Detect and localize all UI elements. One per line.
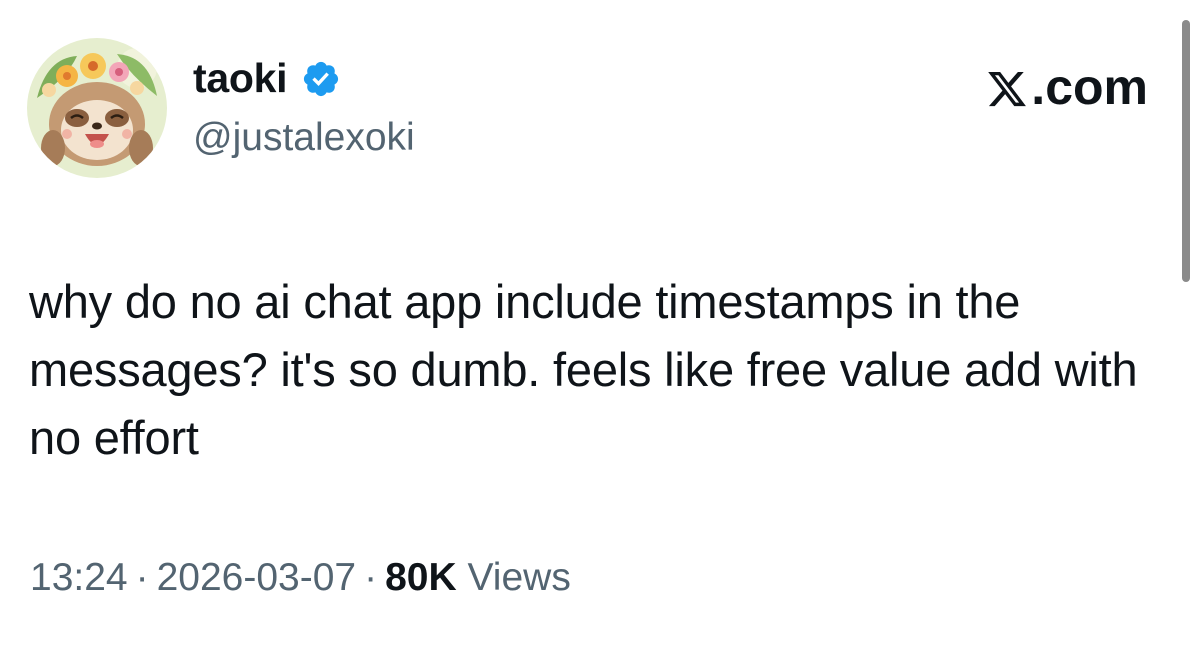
tweet-text: why do no ai chat app include timestamps… [29, 275, 1138, 464]
sloth-avatar-icon [27, 38, 167, 178]
x-logo-icon [988, 71, 1027, 107]
brand-watermark: .com [985, 62, 1148, 112]
meta-separator-2: · [364, 556, 378, 599]
tweet-date[interactable]: 2026-03-07 [157, 556, 357, 599]
views-label: Views [467, 556, 571, 599]
avatar[interactable] [27, 38, 167, 178]
tweet-meta: 13:24 · 2026-03-07 · 80K Views [30, 558, 571, 597]
brand-domain-label: .com [1031, 59, 1148, 115]
verified-badge-icon [304, 61, 339, 96]
meta-separator: · [135, 556, 149, 599]
views-count[interactable]: 80K [385, 556, 457, 599]
scrollbar[interactable] [1182, 20, 1190, 282]
author-display-name[interactable]: taoki [193, 58, 288, 99]
author-handle[interactable]: @justalexoki [193, 118, 415, 157]
author-name-row[interactable]: taoki [193, 58, 341, 99]
tweet-time[interactable]: 13:24 [30, 556, 128, 599]
